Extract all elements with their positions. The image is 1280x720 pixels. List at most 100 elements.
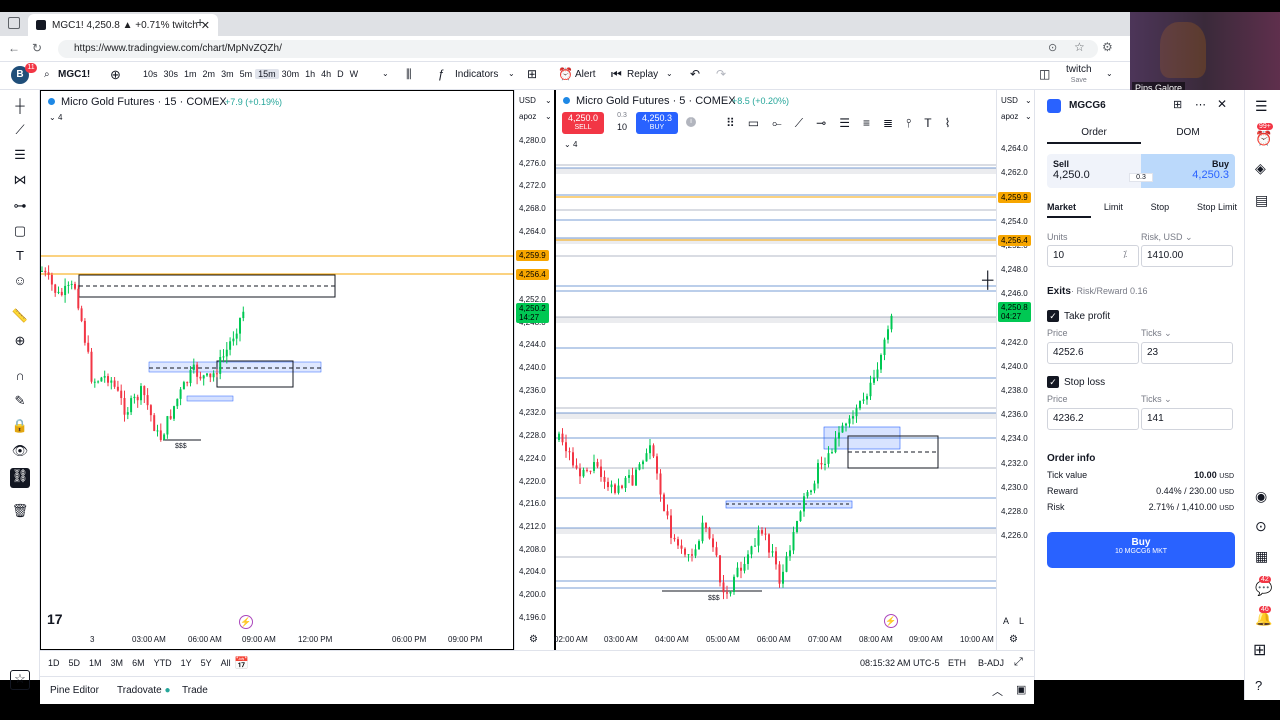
take-profit-checkbox[interactable]: ✓	[1047, 310, 1059, 322]
session-toggle[interactable]: ETH	[948, 658, 966, 668]
tab-pine-editor[interactable]: Pine Editor	[50, 685, 99, 696]
interval-6[interactable]: 15m	[255, 69, 279, 79]
tp-price-input[interactable]: 4252.6	[1047, 342, 1139, 364]
events-icon[interactable]: ⚡	[884, 614, 898, 628]
replay-icon[interactable]: ⏮	[611, 67, 622, 82]
tp-ticks-select[interactable]: Ticks ⌄	[1141, 328, 1172, 339]
close-panel-icon[interactable]: ✕	[1217, 97, 1227, 111]
undo-icon[interactable]: ↶	[690, 67, 700, 81]
browser-tab[interactable]: MGC1! 4,250.8 ▲ +0.71% twitch ✕	[28, 14, 218, 36]
fib-extension-icon[interactable]: ≣	[883, 116, 893, 131]
notes-icon[interactable]: ▤	[1255, 192, 1268, 209]
reload-icon[interactable]: ↻	[32, 41, 42, 55]
products-grid-icon[interactable]: ⊞	[1253, 640, 1266, 660]
layers-icon[interactable]: ◈	[1255, 160, 1266, 177]
interval-9[interactable]: 4h	[318, 69, 334, 79]
url-input[interactable]: https://www.tradingview.com/chart/MpNvZQ…	[58, 40, 1098, 58]
zoom-icon[interactable]: ⊕	[10, 333, 30, 353]
trendline-tool-icon[interactable]: ⟋	[795, 116, 803, 131]
range-6[interactable]: 1Y	[181, 658, 192, 668]
range-0[interactable]: 1D	[48, 658, 60, 668]
text-tool-icon[interactable]: T	[924, 116, 931, 131]
stop-loss-checkbox[interactable]: ✓	[1047, 376, 1059, 388]
tab-list-icon[interactable]	[8, 17, 20, 29]
buy-button[interactable]: 4,250.3 BUY	[636, 112, 678, 134]
layout-name[interactable]: twitch Save	[1066, 64, 1092, 86]
axis-mode-dropdown-icon[interactable]: ⌄	[1025, 112, 1032, 121]
axis-currency-dropdown-icon[interactable]: ⌄	[1025, 96, 1032, 105]
axis-settings-icon[interactable]: ⚙	[1009, 634, 1018, 645]
more-icon[interactable]: ⋯	[1195, 98, 1206, 111]
axis-currency[interactable]: USD	[519, 96, 536, 105]
hide-icon[interactable]: 👁	[10, 443, 30, 463]
tab-tradovate[interactable]: Tradovate ●	[117, 685, 170, 696]
emoji-icon[interactable]: ☺	[10, 273, 30, 293]
indicator-collapse[interactable]: ⌄ 4	[49, 113, 62, 122]
horizontal-ray-icon[interactable]: ⟜	[772, 116, 782, 131]
order-type-2[interactable]: Stop	[1151, 202, 1170, 212]
alert-icon[interactable]: ⏰	[558, 67, 573, 81]
order-type-0[interactable]: Market	[1047, 202, 1076, 212]
quick-qty[interactable]: 10	[610, 122, 634, 132]
time-axis-15m[interactable]: 3 03:00 AM 06:00 AM 09:00 AM 12:00 PM 06:00 P…	[40, 634, 514, 648]
alerts-icon[interactable]: ⏰	[1255, 130, 1272, 147]
adjustment-toggle[interactable]: B-ADJ	[978, 658, 1004, 668]
drag-handle-icon[interactable]: ⠿	[726, 116, 735, 131]
vertical-line-icon[interactable]: ⫯	[906, 116, 911, 131]
maximize-panel-icon[interactable]: ▣	[1016, 683, 1026, 696]
layout-icon[interactable]: ⊞	[1173, 98, 1182, 111]
indicators-button[interactable]: Indicators	[455, 69, 498, 80]
shapes-icon[interactable]: ▢	[10, 223, 30, 243]
auto-scale-button[interactable]: A	[1003, 616, 1009, 626]
stay-drawing-icon[interactable]: ✎	[10, 393, 30, 413]
panel-sell-button[interactable]: Sell 4,250.0	[1047, 154, 1141, 188]
info-icon[interactable]: i	[686, 117, 696, 127]
range-3[interactable]: 3M	[111, 658, 124, 668]
link-icon[interactable]: ⛓	[10, 468, 30, 488]
fib-retracement-icon[interactable]: ≡	[863, 116, 870, 131]
log-scale-button[interactable]: L	[1019, 616, 1024, 626]
axis-currency-dropdown-icon[interactable]: ⌄	[545, 96, 552, 105]
fullscreen-icon[interactable]: ⤢	[1014, 656, 1023, 669]
layout-toggle-icon[interactable]: ◫	[1039, 67, 1050, 81]
interval-7[interactable]: 30m	[279, 69, 303, 79]
time-axis-5m[interactable]: 02:00 AM 03:00 AM 04:00 AM 05:00 AM 06:00 AM…	[554, 634, 996, 648]
indicators-dropdown-icon[interactable]: ⌄	[508, 69, 515, 78]
projection-icon[interactable]: ⊶	[10, 198, 30, 218]
panel-symbol[interactable]: MGCG6	[1069, 100, 1106, 111]
range-4[interactable]: 6M	[132, 658, 145, 668]
range-7[interactable]: 5Y	[201, 658, 212, 668]
range-8[interactable]: All	[221, 658, 231, 668]
symbol-search[interactable]: MGC1!	[58, 69, 90, 80]
price-axis-15m[interactable]: USD ⌄ apoz ⌄ 4,280.0 4,276.0 4,272.0 4,268.…	[514, 90, 554, 650]
ruler-icon[interactable]: 📏	[10, 308, 30, 328]
replay-dropdown-icon[interactable]: ⌄	[666, 69, 673, 78]
chart-canvas-5m[interactable]: $$$	[556, 90, 996, 648]
axis-mode[interactable]: apoz	[519, 112, 536, 121]
trend-line-icon[interactable]: ⟋	[10, 122, 30, 142]
risk-currency-select[interactable]: Risk, USD ⌄	[1141, 232, 1193, 243]
clock[interactable]: 08:15:32 AM UTC-5	[860, 658, 940, 668]
sell-button[interactable]: 4,250.0 SELL	[562, 112, 604, 134]
interval-10[interactable]: D	[334, 69, 347, 79]
extensions-icon[interactable]: ⚙	[1102, 40, 1113, 54]
text-tool-icon[interactable]: T	[10, 248, 30, 268]
search-icon[interactable]: ⌕	[44, 69, 50, 80]
interval-5[interactable]: 5m	[237, 69, 256, 79]
axis-mode-dropdown-icon[interactable]: ⌄	[545, 112, 552, 121]
tab-trade[interactable]: Trade	[182, 685, 208, 696]
alert-button[interactable]: Alert	[575, 69, 596, 80]
tab-order[interactable]: Order	[1047, 122, 1141, 144]
interval-0[interactable]: 10s	[140, 69, 161, 79]
path-tool-icon[interactable]: ⌇	[945, 116, 951, 131]
trash-icon[interactable]: 🗑	[10, 503, 30, 523]
range-5[interactable]: YTD	[154, 658, 172, 668]
chart-pane-15m[interactable]: $$$ Micro Gold Futures · 15 · COMEX +7.9…	[40, 90, 514, 650]
crosshair-icon[interactable]: ┼	[10, 98, 30, 118]
data-window-icon[interactable]: ◉	[1255, 488, 1267, 505]
sl-ticks-input[interactable]: 141	[1141, 408, 1233, 430]
help-icon[interactable]: ?	[1255, 678, 1262, 693]
place-buy-order-button[interactable]: Buy 10 MGCG6 MKT	[1047, 532, 1235, 568]
range-2[interactable]: 1M	[89, 658, 102, 668]
collapse-panel-icon[interactable]: ︿	[992, 683, 1003, 699]
